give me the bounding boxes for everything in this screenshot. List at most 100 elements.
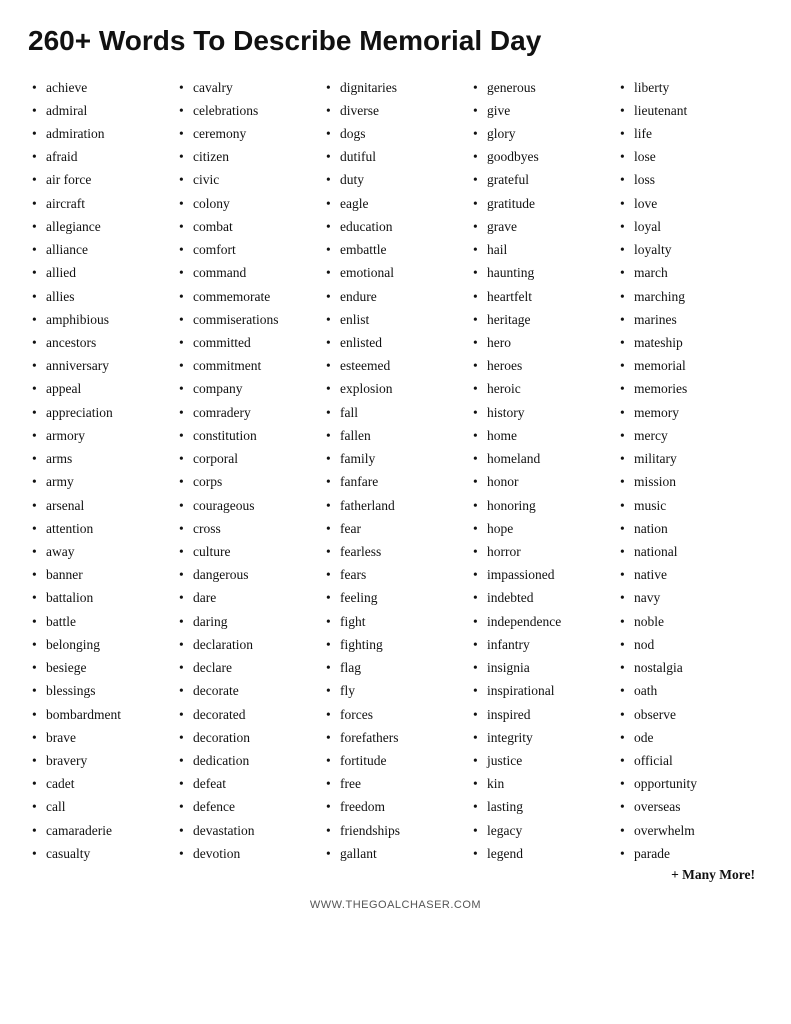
list-item: lieutenant <box>620 99 759 122</box>
list-item: explosion <box>326 377 465 400</box>
list-item: casualty <box>32 842 171 865</box>
list-item: battalion <box>32 586 171 609</box>
list-item: give <box>473 99 612 122</box>
list-item: hail <box>473 238 612 261</box>
list-item: daring <box>179 610 318 633</box>
list-item: homeland <box>473 447 612 470</box>
list-item: heritage <box>473 308 612 331</box>
list-item: combat <box>179 215 318 238</box>
list-item: oath <box>620 679 759 702</box>
list-item: gallant <box>326 842 465 865</box>
word-list-2: cavalrycelebrationsceremonycitizencivicc… <box>179 76 318 865</box>
list-item: memory <box>620 401 759 424</box>
list-item: appreciation <box>32 401 171 424</box>
list-item: anniversary <box>32 354 171 377</box>
list-item: marching <box>620 285 759 308</box>
list-item: generous <box>473 76 612 99</box>
list-item: bombardment <box>32 703 171 726</box>
list-item: army <box>32 470 171 493</box>
list-item: fears <box>326 563 465 586</box>
column-1: achieveadmiraladmirationafraidair forcea… <box>28 76 175 883</box>
list-item: battle <box>32 610 171 633</box>
list-item: horror <box>473 540 612 563</box>
list-item: air force <box>32 168 171 191</box>
list-item: decorated <box>179 703 318 726</box>
list-item: inspired <box>473 703 612 726</box>
list-item: camaraderie <box>32 819 171 842</box>
list-item: heroes <box>473 354 612 377</box>
list-item: glory <box>473 122 612 145</box>
list-item: hero <box>473 331 612 354</box>
list-item: decoration <box>179 726 318 749</box>
list-item: arms <box>32 447 171 470</box>
list-item: legacy <box>473 819 612 842</box>
list-item: friendships <box>326 819 465 842</box>
list-item: fortitude <box>326 749 465 772</box>
list-item: mission <box>620 470 759 493</box>
list-item: ancestors <box>32 331 171 354</box>
list-item: comradery <box>179 401 318 424</box>
list-item: grateful <box>473 168 612 191</box>
list-item: commemorate <box>179 285 318 308</box>
list-item: insignia <box>473 656 612 679</box>
list-item: music <box>620 494 759 517</box>
list-item: commitment <box>179 354 318 377</box>
word-list-3: dignitariesdiversedogsdutifuldutyeagleed… <box>326 76 465 865</box>
list-item: achieve <box>32 76 171 99</box>
list-item: emotional <box>326 261 465 284</box>
list-item: honoring <box>473 494 612 517</box>
list-item: defence <box>179 795 318 818</box>
list-item: ceremony <box>179 122 318 145</box>
list-item: command <box>179 261 318 284</box>
list-item: education <box>326 215 465 238</box>
list-item: goodbyes <box>473 145 612 168</box>
word-list-5: libertylieutenantlifeloselossloveloyallo… <box>620 76 759 865</box>
list-item: family <box>326 447 465 470</box>
list-item: loyalty <box>620 238 759 261</box>
list-item: freedom <box>326 795 465 818</box>
list-item: declaration <box>179 633 318 656</box>
list-item: fall <box>326 401 465 424</box>
list-item: declare <box>179 656 318 679</box>
list-item: memorial <box>620 354 759 377</box>
column-3: dignitariesdiversedogsdutifuldutyeagleed… <box>322 76 469 883</box>
list-item: grave <box>473 215 612 238</box>
list-item: official <box>620 749 759 772</box>
list-item: company <box>179 377 318 400</box>
list-item: inspirational <box>473 679 612 702</box>
list-item: ode <box>620 726 759 749</box>
list-item: belonging <box>32 633 171 656</box>
list-item: call <box>32 795 171 818</box>
list-item: banner <box>32 563 171 586</box>
list-item: dogs <box>326 122 465 145</box>
list-item: allied <box>32 261 171 284</box>
list-item: citizen <box>179 145 318 168</box>
list-item: arsenal <box>32 494 171 517</box>
column-4: generousgiveglorygoodbyesgratefulgratitu… <box>469 76 616 883</box>
list-item: march <box>620 261 759 284</box>
list-item: admiration <box>32 122 171 145</box>
list-item: colony <box>179 192 318 215</box>
list-item: mercy <box>620 424 759 447</box>
list-item: brave <box>32 726 171 749</box>
word-columns: achieveadmiraladmirationafraidair forcea… <box>28 76 763 883</box>
list-item: military <box>620 447 759 470</box>
list-item: constitution <box>179 424 318 447</box>
list-item: afraid <box>32 145 171 168</box>
list-item: culture <box>179 540 318 563</box>
list-item: celebrations <box>179 99 318 122</box>
list-item: heartfelt <box>473 285 612 308</box>
list-item: armory <box>32 424 171 447</box>
list-item: duty <box>326 168 465 191</box>
list-item: national <box>620 540 759 563</box>
list-item: infantry <box>473 633 612 656</box>
list-item: forefathers <box>326 726 465 749</box>
more-label: + Many More! <box>620 867 759 883</box>
list-item: fearless <box>326 540 465 563</box>
list-item: enlisted <box>326 331 465 354</box>
list-item: nod <box>620 633 759 656</box>
list-item: parade <box>620 842 759 865</box>
list-item: allegiance <box>32 215 171 238</box>
list-item: cadet <box>32 772 171 795</box>
list-item: fear <box>326 517 465 540</box>
